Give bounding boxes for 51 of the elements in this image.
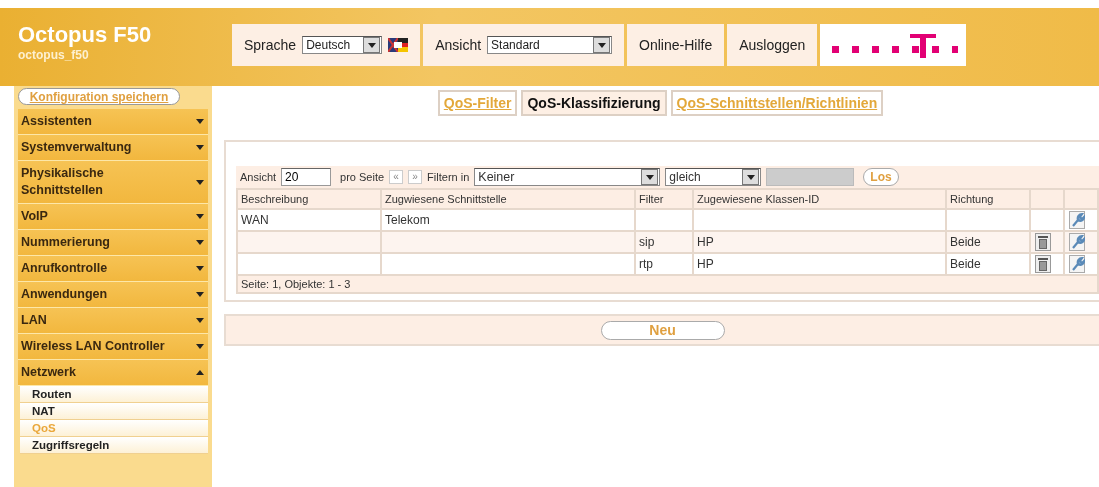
trash-icon[interactable] — [1035, 255, 1051, 273]
sidebar-item[interactable]: LAN — [18, 308, 208, 334]
table-cell: HP — [697, 257, 714, 271]
table-cell: Telekom — [385, 213, 430, 227]
device-title: Octopus F50 — [18, 22, 153, 48]
sidebar-item[interactable]: VoIP — [18, 204, 208, 230]
filter-value-field[interactable] — [766, 168, 855, 186]
table-cell: sip — [639, 235, 655, 249]
sidebar-subitem[interactable]: Routen — [20, 386, 208, 403]
column-header: Zugwiesene Schnittstelle — [381, 189, 635, 209]
logout-link[interactable]: Ausloggen — [727, 24, 818, 66]
sidebar-item[interactable]: Nummerierung — [18, 230, 208, 256]
sidebar-subitem[interactable]: Zugriffsregeln — [20, 437, 208, 454]
sidebar-item[interactable]: Systemverwaltung — [18, 135, 208, 161]
page-info: Seite: 1, Objekte: 1 - 3 — [241, 278, 351, 290]
sidebar-item[interactable]: Anwendungen — [18, 282, 208, 308]
language-label: Sprache — [244, 37, 297, 53]
sidebar-item[interactable]: Physikalische Schnittstellen — [18, 161, 208, 204]
column-header: Zugewiesene Klassen-ID — [693, 189, 946, 209]
column-header: Richtung — [946, 189, 1030, 209]
sidebar-item[interactable]: Wireless LAN Controller — [18, 334, 208, 360]
filter-field-dropdown[interactable]: Keiner — [474, 168, 661, 186]
flag-icon[interactable] — [388, 38, 409, 52]
view-label: Ansicht — [240, 171, 277, 183]
wrench-icon[interactable] — [1069, 255, 1085, 273]
sidebar-item[interactable]: Netzwerk — [18, 360, 208, 386]
trash-icon[interactable] — [1035, 233, 1051, 251]
help-link[interactable]: Online-Hilfe — [627, 24, 725, 66]
sidebar-subitem[interactable]: NAT — [20, 403, 208, 420]
table-cell: rtp — [639, 257, 653, 271]
view-dropdown[interactable]: Standard — [487, 36, 613, 54]
table-cell: Beide — [950, 257, 981, 271]
tab[interactable]: QoS-Klassifizierung — [521, 90, 667, 116]
sidebar-item[interactable]: Assistenten — [18, 109, 208, 135]
operator-dropdown[interactable]: gleich — [665, 168, 762, 186]
wrench-icon[interactable] — [1069, 233, 1085, 251]
table-cell: Beide — [950, 235, 981, 249]
wrench-icon[interactable] — [1069, 211, 1085, 229]
column-header: Beschreibung — [237, 189, 381, 209]
next-page-button[interactable]: » — [408, 170, 423, 184]
column-header: Filter — [635, 189, 693, 209]
previous-page-button[interactable]: « — [389, 170, 404, 184]
table-cell: HP — [697, 235, 714, 249]
per-page-field[interactable]: 20 — [281, 168, 332, 186]
per-page-label: pro Seite — [340, 171, 385, 183]
view-label: Ansicht — [435, 37, 482, 53]
language-dropdown[interactable]: Deutsch — [302, 36, 383, 54]
sidebar-item[interactable]: Anrufkontrolle — [18, 256, 208, 282]
table-cell: WAN — [241, 213, 269, 227]
filter-label: Filtern in — [427, 171, 470, 183]
device-name: octopus_f50 — [18, 48, 90, 62]
